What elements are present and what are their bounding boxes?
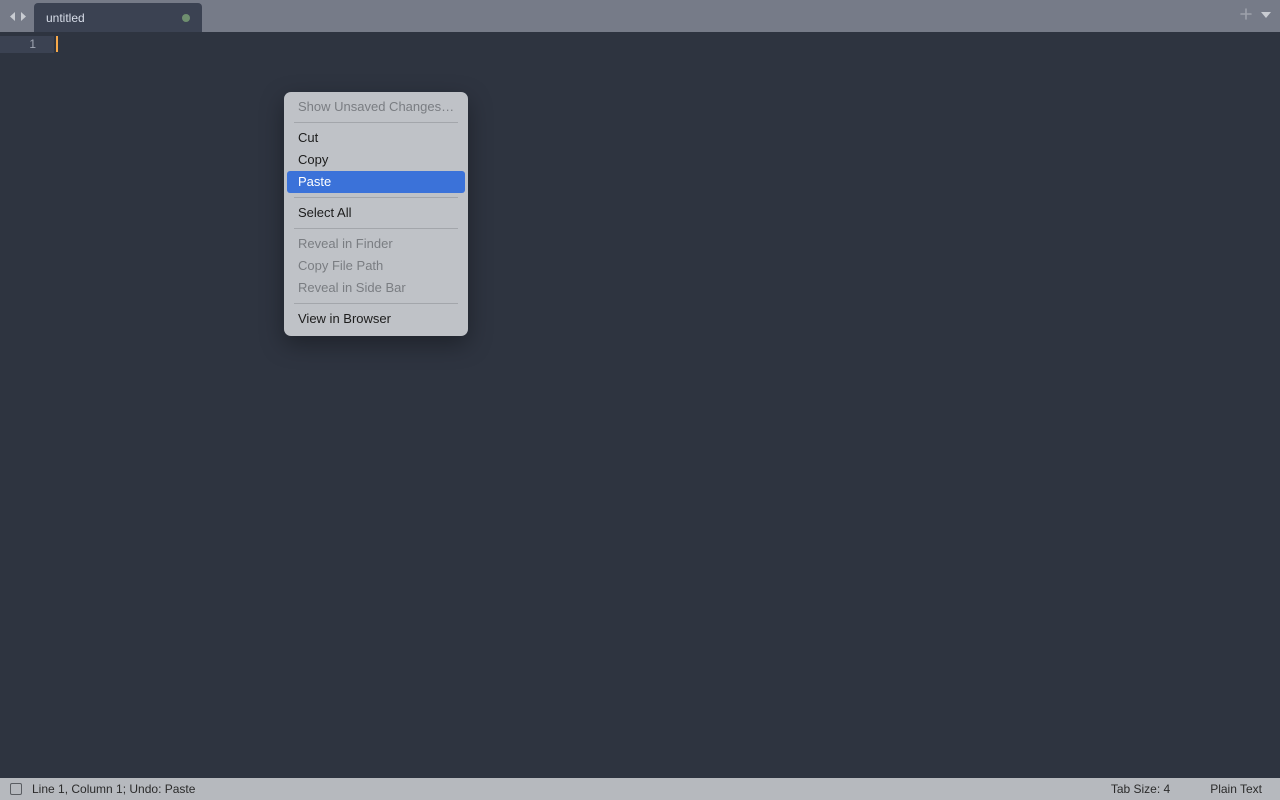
gutter: 1 bbox=[0, 32, 54, 778]
new-tab-icon[interactable] bbox=[1240, 7, 1252, 25]
menu-separator bbox=[294, 197, 458, 198]
status-tab-size[interactable]: Tab Size: 4 bbox=[1111, 782, 1170, 796]
menu-item-paste[interactable]: Paste bbox=[287, 171, 465, 193]
menu-separator bbox=[294, 228, 458, 229]
tab-overflow-icon[interactable] bbox=[1260, 7, 1272, 25]
sidebar-toggle-icon[interactable] bbox=[10, 783, 22, 795]
tab-bar-right-controls bbox=[1240, 0, 1272, 32]
context-menu: Show Unsaved Changes… CutCopyPaste Select … bbox=[284, 92, 468, 336]
menu-item-copy[interactable]: Copy bbox=[284, 149, 468, 171]
line-number: 1 bbox=[0, 36, 54, 53]
menu-item-select-all[interactable]: Select All bbox=[284, 202, 468, 224]
tab-dirty-indicator-icon bbox=[182, 14, 190, 22]
status-bar: Line 1, Column 1; Undo: Paste Tab Size: … bbox=[0, 778, 1280, 800]
menu-item-show-unsaved-changes: Show Unsaved Changes… bbox=[284, 96, 468, 118]
tab-prev-icon[interactable] bbox=[8, 11, 17, 22]
menu-item-cut[interactable]: Cut bbox=[284, 127, 468, 149]
tab-next-icon[interactable] bbox=[19, 11, 28, 22]
status-position[interactable]: Line 1, Column 1; Undo: Paste bbox=[32, 782, 195, 796]
editor-area[interactable]: 1 bbox=[0, 32, 1280, 778]
menu-item-view-in-browser[interactable]: View in Browser bbox=[284, 308, 468, 330]
menu-item-reveal-in-side-bar: Reveal in Side Bar bbox=[284, 277, 468, 299]
tab-bar: untitled bbox=[0, 0, 1280, 32]
menu-item-copy-file-path: Copy File Path bbox=[284, 255, 468, 277]
status-syntax[interactable]: Plain Text bbox=[1210, 782, 1262, 796]
text-cursor-icon bbox=[56, 36, 58, 52]
menu-separator bbox=[294, 122, 458, 123]
tab-nav-arrows bbox=[0, 0, 34, 32]
tab-title: untitled bbox=[46, 11, 85, 25]
code-area[interactable] bbox=[54, 32, 1280, 778]
menu-separator bbox=[294, 303, 458, 304]
menu-item-reveal-in-finder: Reveal in Finder bbox=[284, 233, 468, 255]
tab-active[interactable]: untitled bbox=[34, 3, 202, 32]
